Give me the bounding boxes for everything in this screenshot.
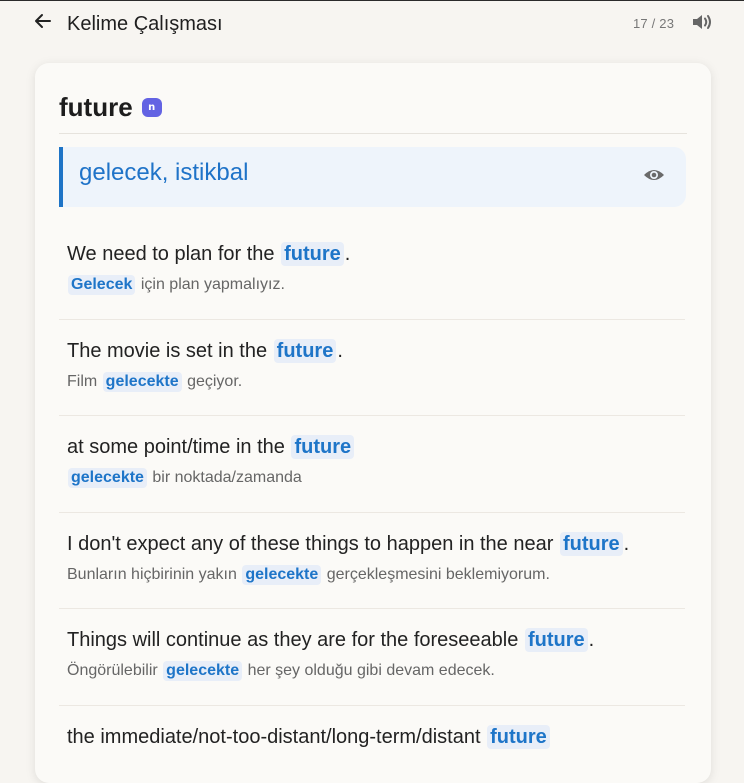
example-translation: Gelecek için plan yapmalıyız.: [67, 274, 685, 296]
divider: [59, 512, 685, 513]
word-card: future n gelecek, istikbal We need to pl…: [35, 63, 711, 783]
meaning-text: gelecek, istikbal: [79, 159, 249, 186]
meaning-box: gelecek, istikbal: [59, 147, 686, 207]
divider: [59, 415, 685, 416]
translation-text: için plan yapmalıyız.: [140, 276, 285, 293]
highlighted-word: future: [524, 628, 588, 652]
divider: [59, 319, 685, 320]
highlighted-word: future: [281, 242, 344, 266]
example-text: I don't expect any of these things to ha…: [67, 533, 554, 555]
highlighted-translation: gelecekte: [242, 565, 322, 585]
sound-button[interactable]: [690, 12, 716, 36]
word-header: future n: [59, 90, 162, 124]
example-text: .: [588, 629, 595, 651]
example-text: We need to plan for the: [67, 243, 275, 265]
translation-text: gerçekleşmesini beklemiyorum.: [326, 566, 550, 583]
example-text: Things will continue as they are for the…: [67, 629, 519, 651]
example-text: at some point/time in the: [67, 436, 285, 458]
example-sentence: The movie is set in the future.: [67, 337, 685, 365]
example-item: Things will continue as they are for the…: [59, 626, 685, 682]
example-sentence: at some point/time in the future: [67, 433, 685, 461]
example-translation: Film gelecekte geçiyor.: [67, 371, 685, 393]
example-sentence: the immediate/not-too-distant/long-term/…: [67, 723, 685, 751]
translation-text: geçiyor.: [187, 373, 243, 390]
top-bar: Kelime Çalışması 17 / 23: [0, 0, 744, 48]
highlighted-word: future: [487, 725, 550, 749]
translation-text: Öngörülebilir: [67, 662, 158, 679]
example-item: We need to plan for the future. Gelecek …: [59, 240, 685, 296]
divider: [59, 705, 685, 706]
example-text: the immediate/not-too-distant/long-term/…: [67, 726, 481, 748]
translation-text: bir noktada/zamanda: [152, 469, 302, 486]
example-translation: Öngörülebilir gelecekte her şey olduğu g…: [67, 660, 685, 682]
example-sentence: We need to plan for the future.: [67, 240, 685, 268]
example-sentence: Things will continue as they are for the…: [67, 626, 685, 654]
part-of-speech-badge: n: [141, 97, 162, 117]
speaker-icon: [691, 12, 715, 37]
example-translation: gelecekte bir noktada/zamanda: [67, 467, 685, 489]
progress-counter: 17 / 23: [633, 16, 675, 31]
example-item: I don't expect any of these things to ha…: [59, 530, 685, 586]
arrow-left-icon: [34, 13, 52, 34]
highlighted-translation: gelecekte: [68, 468, 147, 488]
highlighted-word: future: [559, 532, 623, 556]
example-text: .: [623, 533, 630, 555]
example-text: .: [337, 340, 343, 362]
translation-text: her şey olduğu gibi devam edecek.: [247, 662, 495, 679]
translation-text: Film: [67, 373, 98, 390]
page-title: Kelime Çalışması: [67, 13, 223, 35]
example-item: the immediate/not-too-distant/long-term/…: [59, 723, 685, 751]
highlighted-word: future: [273, 339, 337, 363]
example-text: .: [344, 243, 351, 265]
highlighted-word: future: [291, 435, 355, 459]
example-item: The movie is set in the future. Film gel…: [59, 337, 685, 393]
divider: [59, 608, 685, 609]
highlighted-translation: gelecekte: [163, 661, 243, 681]
example-item: at some point/time in the future gelecek…: [59, 433, 685, 489]
back-button[interactable]: [32, 11, 54, 35]
example-translation: Bunların hiçbirinin yakın gelecekte gerç…: [67, 564, 685, 586]
translation-text: Bunların hiçbirinin yakın: [67, 566, 237, 583]
headword: future: [59, 92, 133, 122]
toggle-meaning-button[interactable]: [641, 167, 667, 187]
highlighted-translation: gelecekte: [102, 372, 182, 392]
example-sentence: I don't expect any of these things to ha…: [67, 530, 685, 558]
eye-icon: [643, 167, 665, 188]
example-text: The movie is set in the: [67, 340, 268, 362]
divider: [59, 133, 687, 134]
highlighted-translation: Gelecek: [68, 275, 136, 295]
